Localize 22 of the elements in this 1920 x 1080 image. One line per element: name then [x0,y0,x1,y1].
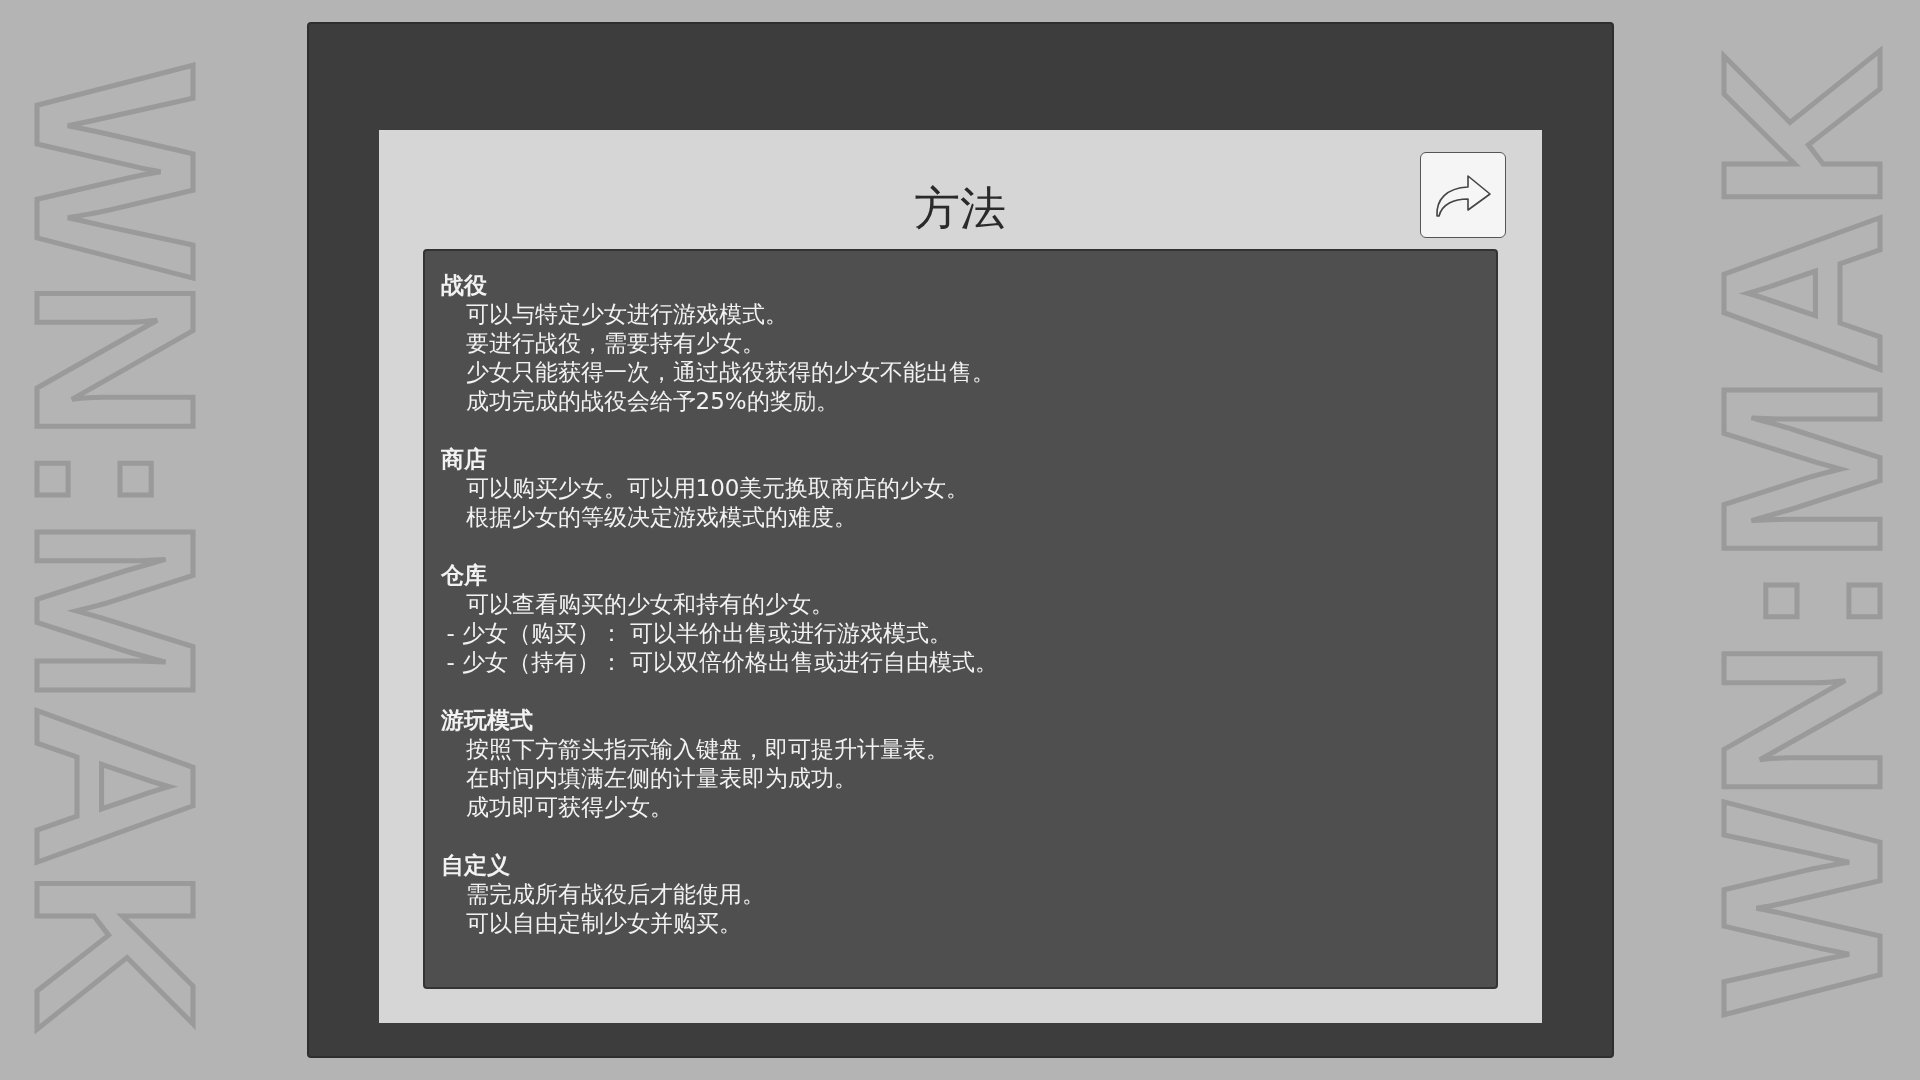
section-heading: 战役 [440,271,488,300]
description-line: 需完成所有战役后才能使用。 [464,880,765,909]
description-line: 成功即可获得少女。 [464,793,673,822]
description-line: 少女只能获得一次，通过战役获得的少女不能出售。 [464,358,995,387]
section-heading: 商店 [440,445,488,474]
description-line: - 少女（购买）： 可以半价出售或进行游戏模式。 [445,619,953,648]
description-line: 可以购买少女。可以用100美元换取商店的少女。 [464,474,970,503]
return-button[interactable] [1419,152,1506,238]
curved-arrow-icon [1433,172,1492,218]
description-line: 可以查看购买的少女和持有的少女。 [464,590,834,619]
description-line: - 少女（持有）： 可以双倍价格出售或进行自由模式。 [445,648,999,677]
description-line: 要进行战役，需要持有少女。 [464,329,765,358]
dialog-title: 方法 [914,180,1006,237]
description-line: 可以自由定制少女并购买。 [464,909,742,938]
description-line: 在时间内填满左侧的计量表即为成功。 [464,764,857,793]
section-heading: 仓库 [440,561,488,590]
description-line: 根据少女的等级决定游戏模式的难度。 [464,503,857,532]
description-line: 可以与特定少女进行游戏模式。 [464,300,788,329]
section-heading: 游玩模式 [440,706,534,735]
description-line: 成功完成的战役会给予25%的奖励。 [464,387,839,416]
description-line: 按照下方箭头指示输入键盘，即可提升计量表。 [464,735,949,764]
section-heading: 自定义 [440,851,511,880]
